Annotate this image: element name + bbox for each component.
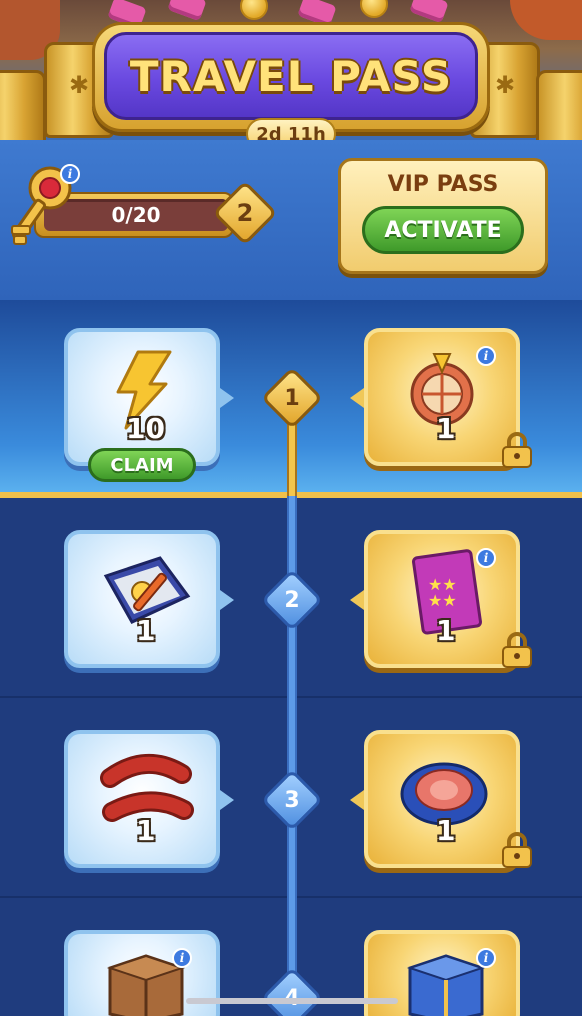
reward-info-icon[interactable]: i (476, 548, 496, 568)
reward-info-icon[interactable]: i (172, 948, 192, 968)
title-banner: TRAVEL PASS (104, 32, 478, 120)
step-number: 2 (284, 587, 300, 613)
reward-quantity: 1 (436, 412, 456, 445)
lock-icon (502, 832, 532, 868)
card-pointer (220, 790, 234, 810)
card-pointer (220, 388, 234, 408)
reward-quantity: 10 (126, 412, 165, 445)
free-reward-card[interactable]: 10 (64, 328, 220, 466)
gem-decoration (409, 0, 449, 24)
card-pointer (350, 590, 364, 610)
free-reward-card[interactable]: 1 (64, 730, 220, 868)
activate-button[interactable]: ACTIVATE (362, 206, 524, 254)
coin-decoration (240, 0, 268, 20)
right-decor (510, 0, 582, 40)
coin-decoration (360, 0, 388, 18)
level-number: 2 (236, 199, 254, 227)
svg-text:★★: ★★ (428, 591, 457, 610)
card-pointer (350, 388, 364, 408)
reward-quantity: 1 (136, 814, 156, 847)
reward-quantity: 1 (136, 614, 156, 647)
vip-reward-card[interactable]: 1 (364, 328, 520, 466)
key-progress-text: 0/20 (111, 203, 161, 227)
blue-crate-icon (406, 954, 486, 1016)
step-number: 1 (284, 385, 300, 411)
free-reward-card[interactable]: 1 (64, 530, 220, 668)
vip-pass-title: VIP PASS (387, 172, 499, 197)
step-number: 4 (270, 976, 314, 1016)
card-pointer (220, 590, 234, 610)
vip-reward-card[interactable]: ★★ ★★ 1 (364, 530, 520, 668)
reward-info-icon[interactable]: i (476, 948, 496, 968)
reward-info-icon[interactable]: i (476, 346, 496, 366)
lock-icon (502, 632, 532, 668)
claim-button[interactable]: CLAIM (88, 448, 196, 482)
card-pointer (350, 790, 364, 810)
gem-decoration (167, 0, 207, 22)
lock-icon (502, 432, 532, 468)
palm-tree-icon: ✱ (69, 71, 90, 99)
reward-quantity: 1 (436, 614, 456, 647)
reward-quantity: 1 (436, 814, 456, 847)
step-number: 3 (284, 787, 300, 813)
key-info-icon[interactable]: i (60, 164, 80, 184)
palm-tree-icon: ✱ (495, 71, 516, 99)
page-title: TRAVEL PASS (129, 51, 453, 101)
home-indicator[interactable] (186, 998, 398, 1004)
vip-reward-card[interactable]: 1 (364, 730, 520, 868)
